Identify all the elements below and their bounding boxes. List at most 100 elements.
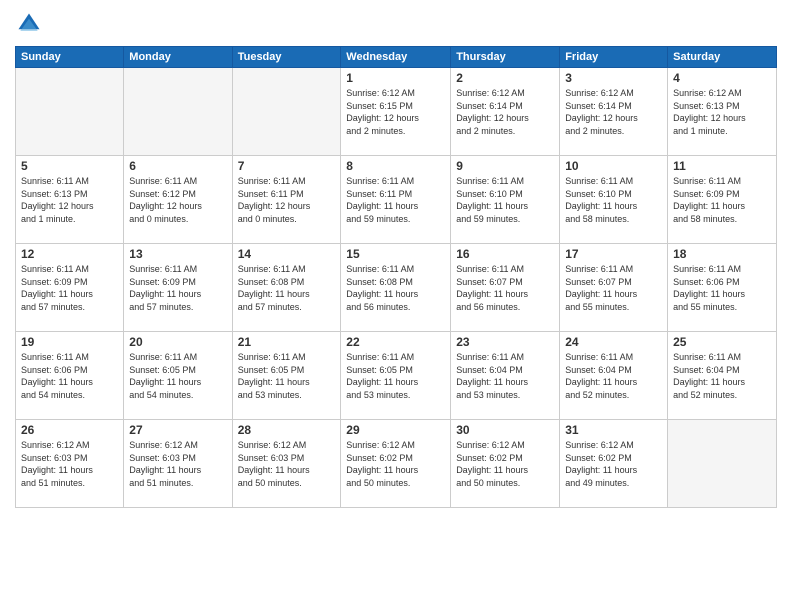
- calendar-cell: 3 Sunrise: 6:12 AM Sunset: 6:14 PM Daylig…: [560, 68, 668, 156]
- day-info: Sunrise: 6:11 AM Sunset: 6:05 PM Dayligh…: [238, 351, 336, 401]
- weekday-header-tuesday: Tuesday: [232, 47, 341, 68]
- calendar-cell: [124, 68, 232, 156]
- calendar-cell: 1 Sunrise: 6:12 AM Sunset: 6:15 PM Daylig…: [341, 68, 451, 156]
- weekday-header-monday: Monday: [124, 47, 232, 68]
- calendar-cell: 23Sunrise: 6:11 AM Sunset: 6:04 PM Dayli…: [451, 332, 560, 420]
- day-number: 3: [565, 71, 662, 85]
- day-number: 21: [238, 335, 336, 349]
- day-number: 6: [129, 159, 226, 173]
- day-info: Sunrise: 6:11 AM Sunset: 6:10 PM Dayligh…: [456, 175, 554, 225]
- day-number: 13: [129, 247, 226, 261]
- calendar-cell: 17 Sunrise: 6:11 AM Sunset: 6:07 PM Dayli…: [560, 244, 668, 332]
- day-info: Sunrise: 6:11 AM Sunset: 6:04 PM Dayligh…: [673, 351, 771, 401]
- day-info: Sunrise: 6:11 AM Sunset: 6:06 PM Dayligh…: [673, 263, 771, 313]
- header: [15, 10, 777, 38]
- calendar-cell: 27 Sunrise: 6:12 AM Sunset: 6:03 PM Dayli…: [124, 420, 232, 508]
- day-info: Sunrise: 6:11 AM Sunset: 6:04 PM Dayligh…: [456, 351, 554, 401]
- calendar-cell: 25 Sunrise: 6:11 AM Sunset: 6:04 PM Dayli…: [668, 332, 777, 420]
- day-number: 31: [565, 423, 662, 437]
- day-info: Sunrise: 6:12 AM Sunset: 6:03 PM Dayligh…: [238, 439, 336, 489]
- weekday-row: SundayMondayTuesdayWednesdayThursdayFrid…: [16, 47, 777, 68]
- day-info: Sunrise: 6:11 AM Sunset: 6:09 PM Dayligh…: [129, 263, 226, 313]
- day-number: 20: [129, 335, 226, 349]
- weekday-header-saturday: Saturday: [668, 47, 777, 68]
- calendar-cell: 28 Sunrise: 6:12 AM Sunset: 6:03 PM Dayli…: [232, 420, 341, 508]
- day-number: 4: [673, 71, 771, 85]
- day-info: Sunrise: 6:12 AM Sunset: 6:02 PM Dayligh…: [565, 439, 662, 489]
- day-info: Sunrise: 6:11 AM Sunset: 6:13 PM Dayligh…: [21, 175, 118, 225]
- day-number: 9: [456, 159, 554, 173]
- calendar-cell: 11 Sunrise: 6:11 AM Sunset: 6:09 PM Dayli…: [668, 156, 777, 244]
- calendar-cell: 7Sunrise: 6:11 AM Sunset: 6:11 PM Daylig…: [232, 156, 341, 244]
- day-info: Sunrise: 6:12 AM Sunset: 6:14 PM Dayligh…: [565, 87, 662, 137]
- day-info: Sunrise: 6:11 AM Sunset: 6:09 PM Dayligh…: [21, 263, 118, 313]
- calendar-cell: 31 Sunrise: 6:12 AM Sunset: 6:02 PM Dayli…: [560, 420, 668, 508]
- day-info: Sunrise: 6:11 AM Sunset: 6:11 PM Dayligh…: [346, 175, 445, 225]
- day-info: Sunrise: 6:12 AM Sunset: 6:14 PM Dayligh…: [456, 87, 554, 137]
- day-number: 2: [456, 71, 554, 85]
- day-info: Sunrise: 6:11 AM Sunset: 6:06 PM Dayligh…: [21, 351, 118, 401]
- day-number: 11: [673, 159, 771, 173]
- day-info: Sunrise: 6:12 AM Sunset: 6:03 PM Dayligh…: [129, 439, 226, 489]
- day-info: Sunrise: 6:11 AM Sunset: 6:08 PM Dayligh…: [238, 263, 336, 313]
- day-info: Sunrise: 6:11 AM Sunset: 6:05 PM Dayligh…: [346, 351, 445, 401]
- day-number: 1: [346, 71, 445, 85]
- calendar-header: SundayMondayTuesdayWednesdayThursdayFrid…: [16, 47, 777, 68]
- calendar-cell: 29 Sunrise: 6:12 AM Sunset: 6:02 PM Dayli…: [341, 420, 451, 508]
- day-number: 15: [346, 247, 445, 261]
- weekday-header-thursday: Thursday: [451, 47, 560, 68]
- weekday-header-sunday: Sunday: [16, 47, 124, 68]
- calendar-cell: 9 Sunrise: 6:11 AM Sunset: 6:10 PM Daylig…: [451, 156, 560, 244]
- day-info: Sunrise: 6:12 AM Sunset: 6:03 PM Dayligh…: [21, 439, 118, 489]
- calendar-cell: 16Sunrise: 6:11 AM Sunset: 6:07 PM Dayli…: [451, 244, 560, 332]
- weekday-header-friday: Friday: [560, 47, 668, 68]
- day-number: 25: [673, 335, 771, 349]
- day-number: 30: [456, 423, 554, 437]
- day-info: Sunrise: 6:12 AM Sunset: 6:02 PM Dayligh…: [456, 439, 554, 489]
- day-number: 24: [565, 335, 662, 349]
- week-row-0: 1 Sunrise: 6:12 AM Sunset: 6:15 PM Daylig…: [16, 68, 777, 156]
- day-info: Sunrise: 6:11 AM Sunset: 6:09 PM Dayligh…: [673, 175, 771, 225]
- day-info: Sunrise: 6:11 AM Sunset: 6:05 PM Dayligh…: [129, 351, 226, 401]
- day-info: Sunrise: 6:11 AM Sunset: 6:08 PM Dayligh…: [346, 263, 445, 313]
- day-number: 14: [238, 247, 336, 261]
- day-number: 5: [21, 159, 118, 173]
- calendar-cell: 2 Sunrise: 6:12 AM Sunset: 6:14 PM Daylig…: [451, 68, 560, 156]
- week-row-4: 26 Sunrise: 6:12 AM Sunset: 6:03 PM Dayli…: [16, 420, 777, 508]
- day-number: 29: [346, 423, 445, 437]
- day-number: 22: [346, 335, 445, 349]
- calendar-cell: 18Sunrise: 6:11 AM Sunset: 6:06 PM Dayli…: [668, 244, 777, 332]
- logo-icon: [15, 10, 43, 38]
- day-number: 8: [346, 159, 445, 173]
- day-number: 27: [129, 423, 226, 437]
- weekday-header-wednesday: Wednesday: [341, 47, 451, 68]
- day-number: 28: [238, 423, 336, 437]
- calendar-table: SundayMondayTuesdayWednesdayThursdayFrid…: [15, 46, 777, 508]
- day-number: 26: [21, 423, 118, 437]
- day-info: Sunrise: 6:12 AM Sunset: 6:02 PM Dayligh…: [346, 439, 445, 489]
- day-info: Sunrise: 6:11 AM Sunset: 6:11 PM Dayligh…: [238, 175, 336, 225]
- day-number: 17: [565, 247, 662, 261]
- calendar-cell: 10 Sunrise: 6:11 AM Sunset: 6:10 PM Dayli…: [560, 156, 668, 244]
- calendar-cell: 14 Sunrise: 6:11 AM Sunset: 6:08 PM Dayli…: [232, 244, 341, 332]
- day-info: Sunrise: 6:12 AM Sunset: 6:15 PM Dayligh…: [346, 87, 445, 137]
- week-row-2: 12Sunrise: 6:11 AM Sunset: 6:09 PM Dayli…: [16, 244, 777, 332]
- day-info: Sunrise: 6:11 AM Sunset: 6:10 PM Dayligh…: [565, 175, 662, 225]
- day-info: Sunrise: 6:11 AM Sunset: 6:07 PM Dayligh…: [565, 263, 662, 313]
- calendar-cell: 19 Sunrise: 6:11 AM Sunset: 6:06 PM Dayli…: [16, 332, 124, 420]
- calendar-cell: 15 Sunrise: 6:11 AM Sunset: 6:08 PM Dayli…: [341, 244, 451, 332]
- page: SundayMondayTuesdayWednesdayThursdayFrid…: [0, 0, 792, 612]
- calendar-cell: 24 Sunrise: 6:11 AM Sunset: 6:04 PM Dayli…: [560, 332, 668, 420]
- calendar-cell: 4Sunrise: 6:12 AM Sunset: 6:13 PM Daylig…: [668, 68, 777, 156]
- day-info: Sunrise: 6:11 AM Sunset: 6:07 PM Dayligh…: [456, 263, 554, 313]
- calendar-cell: 20 Sunrise: 6:11 AM Sunset: 6:05 PM Dayli…: [124, 332, 232, 420]
- calendar-cell: 12Sunrise: 6:11 AM Sunset: 6:09 PM Dayli…: [16, 244, 124, 332]
- day-number: 19: [21, 335, 118, 349]
- calendar-cell: 26 Sunrise: 6:12 AM Sunset: 6:03 PM Dayli…: [16, 420, 124, 508]
- week-row-3: 19 Sunrise: 6:11 AM Sunset: 6:06 PM Dayli…: [16, 332, 777, 420]
- calendar-body: 1 Sunrise: 6:12 AM Sunset: 6:15 PM Daylig…: [16, 68, 777, 508]
- day-info: Sunrise: 6:11 AM Sunset: 6:04 PM Dayligh…: [565, 351, 662, 401]
- calendar-cell: 6 Sunrise: 6:11 AM Sunset: 6:12 PM Daylig…: [124, 156, 232, 244]
- day-number: 10: [565, 159, 662, 173]
- day-info: Sunrise: 6:11 AM Sunset: 6:12 PM Dayligh…: [129, 175, 226, 225]
